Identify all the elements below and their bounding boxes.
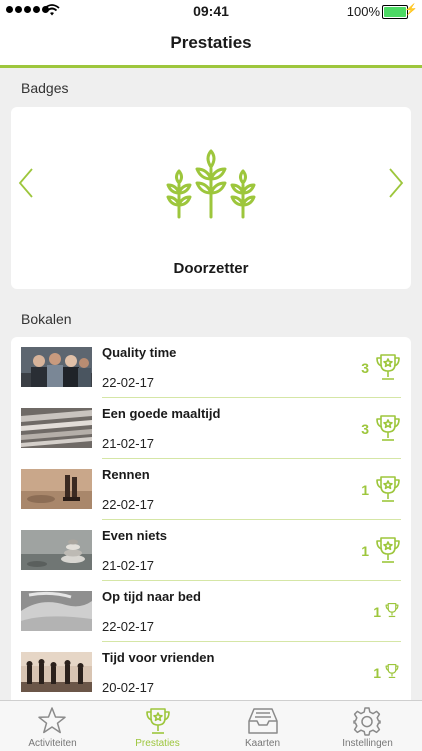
list-item[interactable]: Tijd voor vrienden 20-02-17 1 (11, 642, 411, 703)
trophy-icon (376, 537, 400, 563)
star-icon (38, 707, 66, 734)
trophy-icon (385, 663, 399, 679)
trophy-count: 3 (361, 421, 369, 437)
badge-name: Doorzetter (173, 260, 249, 277)
trophy-count: 3 (361, 360, 369, 376)
trophy-icon (385, 602, 399, 618)
list-item[interactable]: Quality time 22-02-17 3 (11, 337, 411, 398)
section-header-badges: Badges (21, 80, 69, 96)
trophy-icon (376, 415, 400, 441)
tab-instellingen[interactable]: Instellingen (315, 701, 420, 751)
trophy-date: 22-02-17 (102, 375, 155, 390)
tab-prestaties[interactable]: Prestaties (105, 701, 210, 751)
tab-label: Prestaties (135, 738, 180, 749)
wheat-icon (166, 149, 256, 219)
list-item[interactable]: Even niets 21-02-17 1 (11, 520, 411, 581)
page-title: Prestaties (170, 33, 252, 52)
thumbnail-pillow (21, 591, 92, 631)
badge-carousel[interactable]: Doorzetter (11, 107, 411, 289)
trophy-count: 1 (373, 604, 381, 620)
section-header-trophies: Bokalen (21, 311, 72, 327)
trophy-count: 1 (361, 543, 369, 559)
trophy-date: 20-02-17 (102, 680, 155, 695)
trophy-icon (376, 354, 400, 380)
chevron-left-icon[interactable] (17, 167, 35, 199)
thumbnail-friends (21, 347, 92, 387)
trophy-date: 21-02-17 (102, 436, 155, 451)
trophy-count: 1 (373, 665, 381, 681)
trophy-count: 1 (361, 482, 369, 498)
navigation-bar: Prestaties (0, 22, 422, 68)
tab-label: Instellingen (342, 738, 393, 749)
thumbnail-friends-sunset (21, 652, 92, 692)
trophy-title: Rennen (102, 467, 150, 482)
trophy-title: Quality time (102, 345, 177, 360)
trophy-title: Even niets (102, 528, 168, 543)
list-item[interactable]: Rennen 22-02-17 1 (11, 459, 411, 520)
trophy-icon (376, 476, 400, 502)
tab-label: Kaarten (244, 738, 281, 749)
battery-percentage: 100% (346, 4, 380, 19)
tab-kaarten[interactable]: Kaarten (210, 701, 315, 751)
trophy-title: Een goede maaltijd (102, 406, 221, 421)
tab-bar: Activiteiten Prestaties Kaarten Instelli… (0, 700, 422, 751)
trophy-title: Tijd voor vrienden (102, 650, 215, 665)
trophy-date: 22-02-17 (102, 497, 155, 512)
trophy-date: 22-02-17 (102, 619, 155, 634)
charging-icon: ⚡ (404, 4, 418, 16)
trophy-title: Op tijd naar bed (102, 589, 201, 604)
thumbnail-cutlery (21, 408, 92, 448)
inbox-tray-icon (248, 708, 278, 734)
thumbnail-running (21, 469, 92, 509)
trophy-date: 21-02-17 (102, 558, 155, 573)
thumbnail-stones (21, 530, 92, 570)
list-item[interactable]: Een goede maaltijd 21-02-17 3 (11, 398, 411, 459)
status-bar: 09:41 100% ⚡ (0, 0, 422, 22)
gear-icon (353, 707, 381, 736)
tab-activiteiten[interactable]: Activiteiten (0, 701, 105, 751)
trophy-list: Quality time 22-02-17 3 Een goede maalti… (11, 337, 411, 707)
trophy-icon (146, 708, 170, 734)
list-item[interactable]: Op tijd naar bed 22-02-17 1 (11, 581, 411, 642)
tab-label: Activiteiten (28, 738, 77, 749)
chevron-right-icon[interactable] (387, 167, 405, 199)
